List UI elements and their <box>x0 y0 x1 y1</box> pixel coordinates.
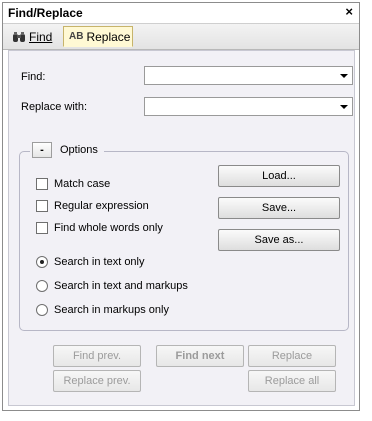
whole-words-option[interactable]: Find whole words only <box>36 222 163 234</box>
save-as-button[interactable]: Save as... <box>218 229 340 251</box>
collapse-options-button[interactable]: - <box>32 142 52 158</box>
replace-all-button[interactable]: Replace all <box>248 370 336 392</box>
search-markups-only-radio[interactable] <box>36 304 48 316</box>
replace-prev-button[interactable]: Replace prev. <box>53 370 141 392</box>
options-group: - Options Match case Regular expression … <box>19 142 349 331</box>
whole-words-label: Find whole words only <box>54 222 163 234</box>
find-next-button[interactable]: Find next <box>156 345 244 367</box>
search-markups-only-label: Search in markups only <box>54 304 169 316</box>
find-dropdown-arrow-icon[interactable] <box>340 74 348 78</box>
replace-with-combobox[interactable] <box>144 97 353 116</box>
tab-replace-label: Replace <box>86 29 131 44</box>
match-case-label: Match case <box>54 178 111 190</box>
find-prev-button[interactable]: Find prev. <box>53 345 141 367</box>
find-label: Find: <box>21 71 46 83</box>
tab-replace[interactable]: AB Replace <box>63 26 133 47</box>
search-text-markups-radio[interactable] <box>36 280 48 292</box>
load-button[interactable]: Load... <box>218 165 340 187</box>
tab-find[interactable]: Find <box>6 26 62 47</box>
options-header: - Options <box>30 142 104 158</box>
replace-icon: AB <box>69 31 84 42</box>
dialog-title: Find/Replace <box>8 6 83 20</box>
find-replace-dialog: Find/Replace × Find AB Replace Find: Rep… <box>2 2 360 411</box>
tab-find-label: Find <box>29 29 53 44</box>
find-combobox[interactable] <box>144 66 353 85</box>
match-case-checkbox[interactable] <box>36 178 48 190</box>
search-text-only-option[interactable]: Search in text only <box>36 256 145 268</box>
search-text-only-label: Search in text only <box>54 256 145 268</box>
tab-bar: Find AB Replace <box>3 24 359 50</box>
title-bar: Find/Replace × <box>3 3 359 24</box>
search-markups-only-option[interactable]: Search in markups only <box>36 304 169 316</box>
whole-words-checkbox[interactable] <box>36 222 48 234</box>
replace-with-label: Replace with: <box>21 101 88 113</box>
save-button[interactable]: Save... <box>218 197 340 219</box>
regex-option[interactable]: Regular expression <box>36 200 149 212</box>
search-text-only-radio[interactable] <box>36 256 48 268</box>
search-text-markups-option[interactable]: Search in text and markups <box>36 280 188 292</box>
replace-dropdown-arrow-icon[interactable] <box>340 105 348 109</box>
binoculars-icon <box>12 31 26 43</box>
regex-label: Regular expression <box>54 200 149 212</box>
regex-checkbox[interactable] <box>36 200 48 212</box>
match-case-option[interactable]: Match case <box>36 178 110 190</box>
search-text-markups-label: Search in text and markups <box>54 280 188 292</box>
replace-panel: Find: Replace with: - Options Match case… <box>8 50 355 406</box>
replace-button[interactable]: Replace <box>248 345 336 367</box>
close-icon[interactable]: × <box>345 4 353 19</box>
options-title: Options <box>60 144 98 156</box>
